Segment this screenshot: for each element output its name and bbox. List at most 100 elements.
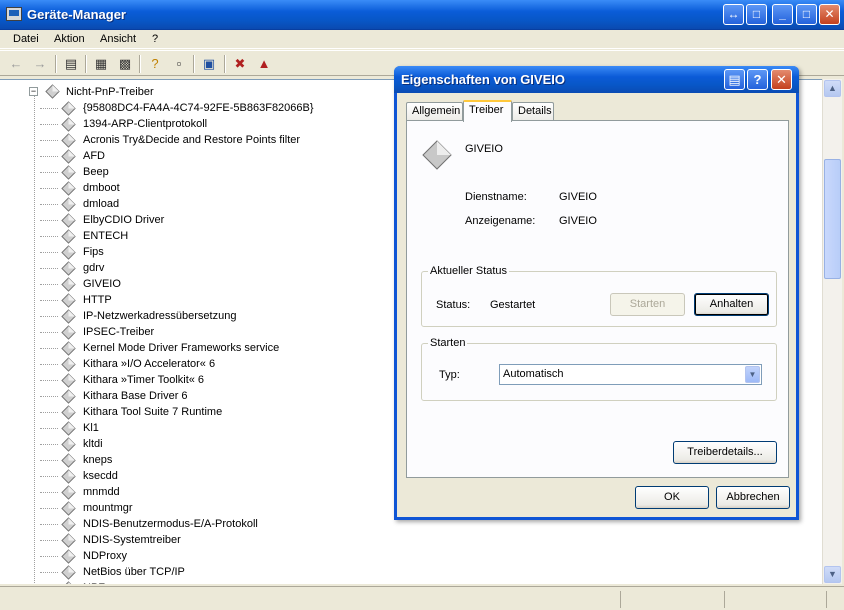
tree-connector xyxy=(40,284,58,285)
tree-item[interactable]: Kithara »I/O Accelerator« 6 xyxy=(40,356,440,372)
tree-item[interactable]: Fips xyxy=(40,244,440,260)
tab-details[interactable]: Details xyxy=(512,102,554,121)
chevron-down-icon[interactable]: ▼ xyxy=(745,366,760,383)
tree-item-label: NPF xyxy=(83,582,105,584)
restore-icon[interactable]: ↔ xyxy=(723,4,744,25)
scroll-up-icon[interactable]: ▲ xyxy=(824,80,841,97)
tree-item-label: NDIS-Benutzermodus-E/A-Protokoll xyxy=(83,518,258,530)
display-name-value: GIVEIO xyxy=(559,215,597,227)
help-icon[interactable]: ? xyxy=(146,55,164,72)
toolbar-separator xyxy=(139,55,141,73)
tree-item[interactable]: ElbyCDIO Driver xyxy=(40,212,440,228)
menu-help[interactable]: ? xyxy=(152,33,158,45)
tree-connector xyxy=(40,540,58,541)
tree-connector xyxy=(40,124,58,125)
tree-item-label: kneps xyxy=(83,454,113,466)
tree-item-label: Kernel Mode Driver Frameworks service xyxy=(83,342,280,354)
help-button[interactable]: ? xyxy=(747,69,768,90)
menu-ansicht[interactable]: Ansicht xyxy=(100,33,136,45)
menu-aktion[interactable]: Aktion xyxy=(54,33,85,45)
ok-button[interactable]: OK xyxy=(635,486,709,509)
scan-hardware-icon[interactable]: ▣ xyxy=(200,55,218,72)
tree-item[interactable]: IP-Netzwerkadressübersetzung xyxy=(40,308,440,324)
tree-item-label: ElbyCDIO Driver xyxy=(83,214,165,226)
dialog-close-button[interactable]: ✕ xyxy=(771,69,792,90)
startup-type-value: Automatisch xyxy=(503,368,564,380)
tree-item[interactable]: NetBios über TCP/IP xyxy=(40,564,440,580)
tree-item[interactable]: Kithara Base Driver 6 xyxy=(40,388,440,404)
tree-connector xyxy=(40,428,58,429)
tree-item[interactable]: IPSEC-Treiber xyxy=(40,324,440,340)
tree-item[interactable]: {95808DC4-FA4A-4C74-92FE-5B863F82066B} xyxy=(40,100,440,116)
tree-item[interactable]: Kernel Mode Driver Frameworks service xyxy=(40,340,440,356)
dialog-title: Eigenschaften von GIVEIO xyxy=(401,72,565,87)
tree-item[interactable]: dmload xyxy=(40,196,440,212)
tree-view-icon[interactable]: ▤ xyxy=(62,55,80,72)
tree-item[interactable]: dmboot xyxy=(40,180,440,196)
start-button[interactable]: Starten xyxy=(610,293,685,316)
caption-icon[interactable]: □ xyxy=(746,4,767,25)
tree-connector xyxy=(40,156,58,157)
vertical-scrollbar[interactable]: ▲ ▼ xyxy=(822,79,842,584)
tree-connector xyxy=(40,268,58,269)
driver-icon xyxy=(61,581,76,584)
tree-item[interactable]: NDIS-Systemtreiber xyxy=(40,532,440,548)
tree-connector xyxy=(40,572,58,573)
caption-icon[interactable]: ▤ xyxy=(724,69,745,90)
tree-item[interactable]: ENTECH xyxy=(40,228,440,244)
tree-item[interactable]: Kithara Tool Suite 7 Runtime xyxy=(40,404,440,420)
device-manager-window: Geräte-Manager ↔ □ _ □ ✕ Datei Aktion An… xyxy=(0,0,844,610)
tree-connector xyxy=(40,524,58,525)
tree-item[interactable]: HTTP xyxy=(40,292,440,308)
tree-item[interactable]: mountmgr xyxy=(40,500,440,516)
view-icon[interactable]: ▫ xyxy=(170,55,188,72)
tree-item[interactable]: gdrv xyxy=(40,260,440,276)
close-button[interactable]: ✕ xyxy=(819,4,840,25)
print-icon[interactable]: ▩ xyxy=(116,55,134,72)
window-title: Geräte-Manager xyxy=(27,7,126,22)
tree-connector xyxy=(40,444,58,445)
tree-item[interactable]: NPF xyxy=(40,580,440,584)
tree-item[interactable]: mnmdd xyxy=(40,484,440,500)
collapse-icon[interactable]: − xyxy=(29,87,38,96)
menu-datei[interactable]: Datei xyxy=(13,33,39,45)
tree-item[interactable]: kltdi xyxy=(40,436,440,452)
cancel-button[interactable]: Abbrechen xyxy=(716,486,790,509)
tree-item[interactable]: Kithara »Timer Toolkit« 6 xyxy=(40,372,440,388)
tree-item[interactable]: 1394-ARP-Clientprotokoll xyxy=(40,116,440,132)
maximize-button[interactable]: □ xyxy=(796,4,817,25)
tree-item[interactable]: AFD xyxy=(40,148,440,164)
tree-item[interactable]: Kl1 xyxy=(40,420,440,436)
uninstall-icon[interactable]: ✖ xyxy=(231,55,249,72)
scroll-down-icon[interactable]: ▼ xyxy=(824,566,841,583)
tab-treiber[interactable]: Treiber xyxy=(463,100,512,122)
forward-icon[interactable]: → xyxy=(31,55,49,72)
computer-icon xyxy=(6,7,22,21)
tab-allgemein[interactable]: Allgemein xyxy=(406,102,463,121)
tree-item-label: mnmdd xyxy=(83,486,120,498)
startup-type-select[interactable]: Automatisch ▼ xyxy=(499,364,762,385)
disable-icon[interactable]: ▲ xyxy=(255,55,273,72)
driver-details-button[interactable]: Treiberdetails... xyxy=(673,441,777,464)
tree-item-label: HTTP xyxy=(83,294,112,306)
tree-item[interactable]: Beep xyxy=(40,164,440,180)
startup-group-title: Starten xyxy=(428,337,468,349)
tree-item[interactable]: Acronis Try&Decide and Restore Points fi… xyxy=(40,132,440,148)
tree-item-label: NDProxy xyxy=(83,550,128,562)
tree-item[interactable]: ksecdd xyxy=(40,468,440,484)
tree-item[interactable]: NDIS-Benutzermodus-E/A-Protokoll xyxy=(40,516,440,532)
tree-connector xyxy=(40,396,58,397)
tree-connector xyxy=(40,332,58,333)
tree-item[interactable]: GIVEIO xyxy=(40,276,440,292)
tree-item[interactable]: kneps xyxy=(40,452,440,468)
tree-item[interactable]: NDProxy xyxy=(40,548,440,564)
properties-icon[interactable]: ▦ xyxy=(92,55,110,72)
scroll-thumb[interactable] xyxy=(824,159,841,279)
stop-button[interactable]: Anhalten xyxy=(694,293,769,316)
status-group: Aktueller Status Status: Gestartet Start… xyxy=(421,265,777,327)
tree-item-label: dmload xyxy=(83,198,120,210)
minimize-button[interactable]: _ xyxy=(772,4,793,25)
back-icon[interactable]: ← xyxy=(7,55,25,72)
tree-item-label: gdrv xyxy=(83,262,105,274)
tab-panel-treiber: GIVEIO Dienstname: GIVEIO Anzeigename: G… xyxy=(406,120,789,478)
